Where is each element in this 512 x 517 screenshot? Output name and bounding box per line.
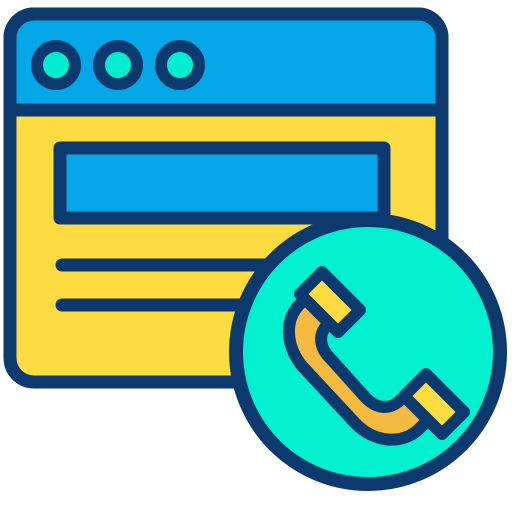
icon-canvas bbox=[3, 7, 507, 491]
call-badge bbox=[229, 213, 507, 491]
window-dot-2 bbox=[93, 40, 143, 90]
call-circle bbox=[229, 213, 507, 491]
window-dot-1 bbox=[31, 40, 81, 90]
address-bar bbox=[53, 141, 391, 225]
window-dot-3 bbox=[155, 40, 205, 90]
web-call-icon bbox=[0, 0, 512, 512]
